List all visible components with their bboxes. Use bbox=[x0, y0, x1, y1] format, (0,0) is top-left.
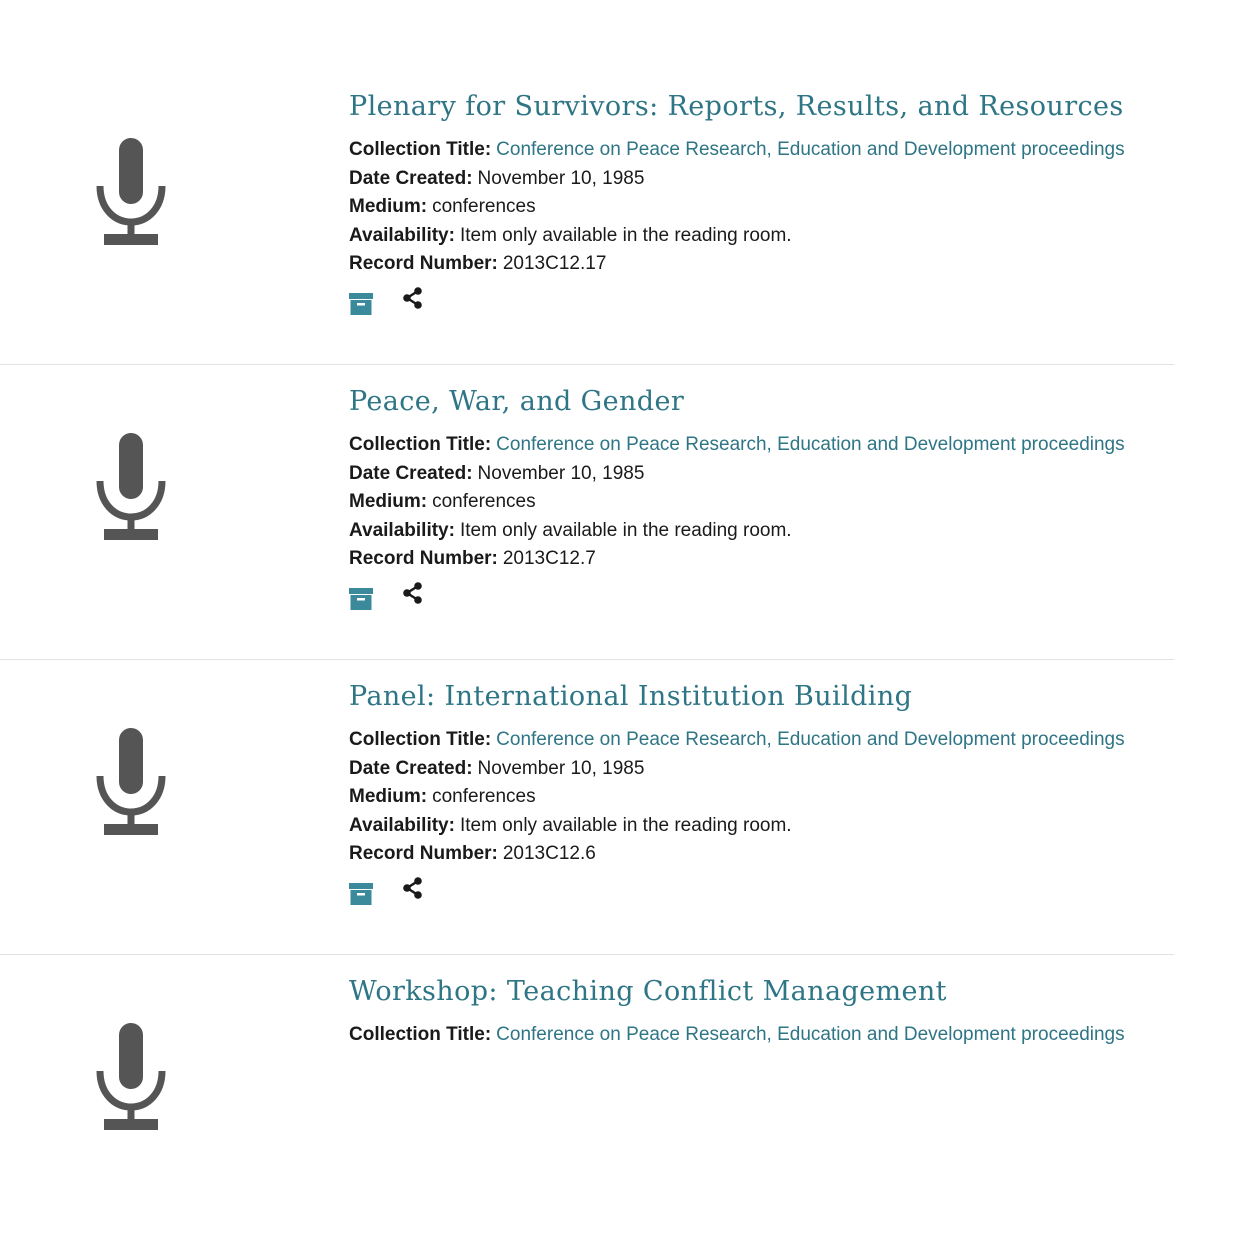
medium-label: Medium: bbox=[349, 491, 428, 512]
availability-label: Availability: bbox=[349, 814, 455, 836]
result-title-link[interactable]: Plenary for Survivors: Reports, Results,… bbox=[349, 88, 1174, 126]
result-item: Workshop: Teaching Conflict Management C… bbox=[0, 955, 1174, 1249]
date-created-label: Date Created: bbox=[349, 757, 473, 779]
microphone-icon[interactable] bbox=[96, 728, 166, 836]
microphone-icon[interactable] bbox=[96, 433, 166, 541]
result-content: Workshop: Teaching Conflict Management C… bbox=[349, 973, 1174, 1050]
date-created-field: Date Created: November 10, 1985 bbox=[349, 755, 1174, 784]
collection-title-link[interactable]: Conference on Peace Research, Education … bbox=[496, 434, 1124, 455]
medium-label: Medium: bbox=[349, 196, 428, 217]
search-results-list: Plenary for Survivors: Reports, Results,… bbox=[0, 70, 1174, 1249]
collection-title-link[interactable]: Conference on Peace Research, Education … bbox=[496, 139, 1124, 160]
result-actions bbox=[349, 286, 1174, 319]
share-icon[interactable] bbox=[402, 581, 424, 604]
microphone-icon[interactable] bbox=[96, 138, 166, 246]
collection-title-link[interactable]: Conference on Peace Research, Education … bbox=[496, 1024, 1124, 1045]
availability-field: Availability: Item only available in the … bbox=[349, 222, 1174, 251]
collection-title-label: Collection Title: bbox=[349, 139, 492, 160]
record-number-field: Record Number: 2013C12.6 bbox=[349, 840, 1174, 869]
medium-value: conferences bbox=[432, 491, 536, 512]
medium-label: Medium: bbox=[349, 786, 428, 807]
medium-value: conferences bbox=[432, 196, 536, 217]
result-item: Panel: International Institution Buildin… bbox=[0, 660, 1174, 955]
medium-field: Medium: conferences bbox=[349, 488, 1174, 517]
record-number-value: 2013C12.17 bbox=[502, 253, 607, 274]
result-title-link[interactable]: Panel: International Institution Buildin… bbox=[349, 678, 1174, 716]
archive-box-icon[interactable] bbox=[349, 587, 373, 610]
date-created-value: November 10, 1985 bbox=[477, 167, 645, 189]
collection-title-field: Collection Title: Conference on Peace Res… bbox=[349, 136, 1174, 165]
collection-title-label: Collection Title: bbox=[349, 434, 492, 455]
record-number-label: Record Number: bbox=[349, 843, 498, 864]
medium-value: conferences bbox=[432, 786, 536, 807]
collection-title-link[interactable]: Conference on Peace Research, Education … bbox=[496, 729, 1124, 750]
microphone-icon[interactable] bbox=[96, 1023, 166, 1131]
date-created-field: Date Created: November 10, 1985 bbox=[349, 165, 1174, 194]
collection-title-label: Collection Title: bbox=[349, 729, 492, 750]
result-title-link[interactable]: Peace, War, and Gender bbox=[349, 383, 1174, 421]
collection-title-field: Collection Title: Conference on Peace Res… bbox=[349, 726, 1174, 755]
result-item: Peace, War, and Gender Collection Title:… bbox=[0, 365, 1174, 660]
record-number-field: Record Number: 2013C12.17 bbox=[349, 250, 1174, 279]
availability-field: Availability: Item only available in the … bbox=[349, 812, 1174, 841]
date-created-value: November 10, 1985 bbox=[477, 462, 645, 484]
result-content: Panel: International Institution Buildin… bbox=[349, 678, 1174, 909]
result-actions bbox=[349, 876, 1174, 909]
record-number-value: 2013C12.6 bbox=[502, 843, 596, 864]
share-icon[interactable] bbox=[402, 286, 424, 309]
record-number-field: Record Number: 2013C12.7 bbox=[349, 545, 1174, 574]
date-created-field: Date Created: November 10, 1985 bbox=[349, 460, 1174, 489]
date-created-label: Date Created: bbox=[349, 167, 473, 189]
archive-box-icon[interactable] bbox=[349, 292, 373, 315]
availability-field: Availability: Item only available in the … bbox=[349, 517, 1174, 546]
collection-title-field: Collection Title: Conference on Peace Res… bbox=[349, 1021, 1174, 1050]
result-title-link[interactable]: Workshop: Teaching Conflict Management bbox=[349, 973, 1174, 1011]
archive-box-icon[interactable] bbox=[349, 882, 373, 905]
share-icon[interactable] bbox=[402, 876, 424, 899]
result-item: Plenary for Survivors: Reports, Results,… bbox=[0, 70, 1174, 365]
availability-value: Item only available in the reading room. bbox=[459, 519, 792, 541]
availability-label: Availability: bbox=[349, 224, 455, 246]
record-number-label: Record Number: bbox=[349, 548, 498, 569]
date-created-label: Date Created: bbox=[349, 462, 473, 484]
result-content: Peace, War, and Gender Collection Title:… bbox=[349, 383, 1174, 614]
record-number-value: 2013C12.7 bbox=[502, 548, 596, 569]
date-created-value: November 10, 1985 bbox=[477, 757, 645, 779]
record-number-label: Record Number: bbox=[349, 253, 498, 274]
result-content: Plenary for Survivors: Reports, Results,… bbox=[349, 88, 1174, 319]
collection-title-label: Collection Title: bbox=[349, 1024, 492, 1045]
availability-value: Item only available in the reading room. bbox=[459, 224, 792, 246]
result-actions bbox=[349, 581, 1174, 614]
availability-label: Availability: bbox=[349, 519, 455, 541]
collection-title-field: Collection Title: Conference on Peace Res… bbox=[349, 431, 1174, 460]
availability-value: Item only available in the reading room. bbox=[459, 814, 792, 836]
medium-field: Medium: conferences bbox=[349, 783, 1174, 812]
medium-field: Medium: conferences bbox=[349, 193, 1174, 222]
